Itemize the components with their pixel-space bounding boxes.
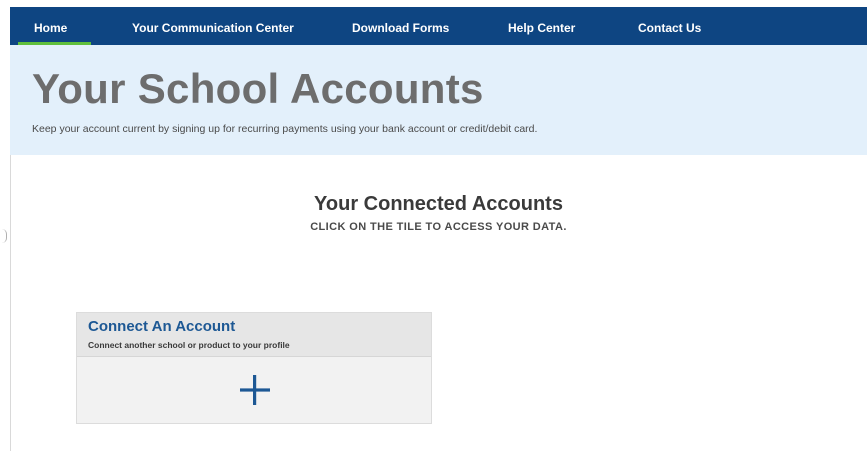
- connect-account-tile[interactable]: Connect An Account Connect another schoo…: [76, 312, 432, 424]
- page-title: Your School Accounts: [32, 65, 484, 112]
- tile-header: Connect An Account Connect another schoo…: [77, 313, 431, 357]
- nav-item-download-forms[interactable]: Download Forms: [352, 7, 449, 45]
- nav-item-contact-us[interactable]: Contact Us: [638, 7, 701, 45]
- nav-item-home[interactable]: Home: [17, 7, 92, 45]
- plus-icon[interactable]: [238, 373, 272, 407]
- page-subtitle: Keep your account current by signing up …: [32, 123, 538, 135]
- connected-accounts-instruction: CLICK ON THE TILE TO ACCESS YOUR DATA.: [310, 221, 567, 233]
- nav-item-help-center[interactable]: Help Center: [508, 7, 575, 45]
- tile-title: Connect An Account: [88, 318, 236, 335]
- main-navigation: Home Your Communication Center Download …: [10, 7, 867, 45]
- top-strip: [10, 0, 867, 7]
- tile-subtitle: Connect another school or product to you…: [88, 340, 290, 350]
- nav-item-communication-center[interactable]: Your Communication Center: [132, 7, 294, 45]
- window-edge-handle: [2, 229, 7, 243]
- connected-accounts-heading: Your Connected Accounts: [314, 193, 563, 215]
- page-header: Your School Accounts Keep your account c…: [10, 45, 867, 155]
